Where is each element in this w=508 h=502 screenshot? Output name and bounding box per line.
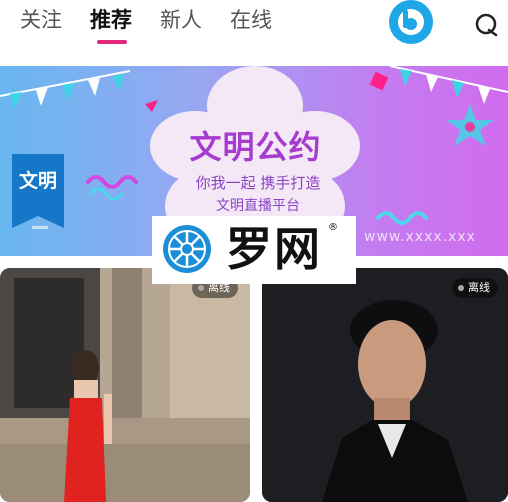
streamer-photo-2 <box>262 268 508 502</box>
streamer-card-1[interactable]: 离线 <box>0 268 250 502</box>
banner-title: 文明公约 <box>189 128 322 166</box>
tab-recommend[interactable]: 推荐 <box>90 6 132 34</box>
banner-url: www.xxxx.xxx <box>364 229 476 245</box>
brand-app-icon[interactable] <box>389 0 433 44</box>
tab-online[interactable]: 在线 <box>230 6 272 34</box>
watermark-logo-icon <box>163 225 211 273</box>
watermark: 罗网 ® <box>152 216 356 284</box>
ribbon-label: 文明 <box>18 170 57 192</box>
active-tab-indicator <box>97 40 127 44</box>
offline-badge: 离线 <box>452 278 498 298</box>
tab-follow[interactable]: 关注 <box>20 6 62 34</box>
streamer-card-2[interactable]: 离线 <box>262 268 508 502</box>
registered-mark: ® <box>328 222 338 233</box>
banner-subtitle-line1: 你我一起 携手打造 <box>195 174 321 192</box>
streamer-photo-1 <box>0 268 250 502</box>
top-nav: 关注 推荐 新人 在线 <box>0 0 508 56</box>
search-icon[interactable] <box>474 12 500 38</box>
civilization-ribbon: 文明 <box>12 154 64 228</box>
tab-new[interactable]: 新人 <box>160 6 202 34</box>
watermark-text: 罗网 <box>226 222 322 276</box>
banner-subtitle-line2: 文明直播平台 <box>216 198 300 214</box>
